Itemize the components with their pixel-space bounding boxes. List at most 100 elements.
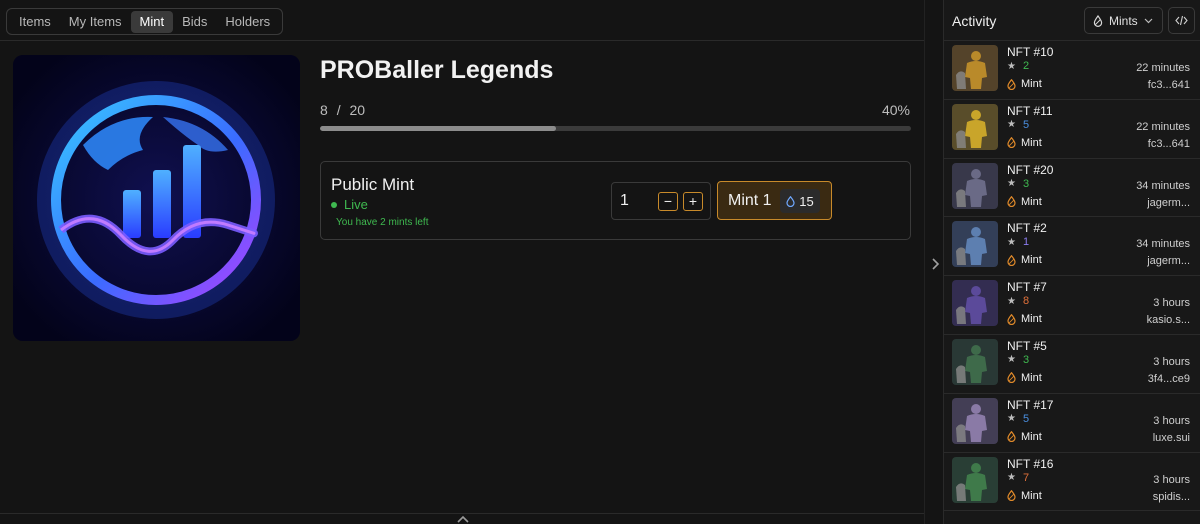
embed-code-button[interactable] [1168, 7, 1195, 34]
panel-collapse-gutter [924, 0, 944, 524]
activity-event: Mint [1007, 431, 1042, 443]
nft-name[interactable]: NFT #17 [1007, 398, 1053, 412]
activity-row[interactable]: NFT #10 ★ 2 Mint 22 minutes fc3...641 [944, 41, 1200, 100]
public-mint-card: Public Mint Live You have 2 mints left 1… [320, 161, 911, 240]
sui-drop-icon [786, 195, 795, 207]
activity-event-label: Mint [1021, 371, 1042, 384]
nft-thumbnail[interactable] [952, 397, 998, 444]
mint-progress-percent: 40% [881, 102, 910, 118]
mint-phase-title: Public Mint [331, 175, 415, 194]
activity-event-label: Mint [1021, 489, 1042, 502]
live-dot-icon [331, 201, 337, 208]
nft-thumbnail[interactable] [952, 280, 998, 327]
star-icon: ★ [1007, 413, 1016, 425]
nft-name[interactable]: NFT #10 [1007, 45, 1053, 59]
tab-mint[interactable]: Mint [130, 10, 174, 33]
tab-holders[interactable]: Holders [216, 11, 279, 33]
tab-items[interactable]: Items [10, 11, 60, 33]
activity-event-label: Mint [1021, 78, 1042, 90]
star-icon: ★ [1007, 119, 1016, 131]
quantity-input[interactable]: 1 [620, 192, 629, 210]
collection-tabs: Items My Items Mint Bids Holders [6, 8, 284, 35]
activity-address[interactable]: luxe.sui [1153, 432, 1190, 444]
activity-row[interactable]: NFT #5 ★ 3 Mint 3 hours 3f4...ce9 [944, 335, 1200, 394]
activity-time: 22 minutes [1136, 62, 1190, 74]
activity-address[interactable]: fc3...641 [1148, 138, 1190, 150]
activity-title: Activity [952, 13, 997, 29]
chevron-right-icon[interactable] [929, 257, 941, 271]
mints-left-note: You have 2 mints left [336, 217, 429, 228]
nft-rank: ★ 1 [1007, 236, 1029, 248]
nft-thumbnail[interactable] [952, 338, 998, 385]
activity-row[interactable]: NFT #11 ★ 5 Mint 22 minutes fc3...641 [944, 100, 1200, 159]
quantity-stepper: 1 − + [611, 182, 711, 220]
activity-panel: Activity Mints NFT #10 ★ 2 Mint 22 minut… [944, 0, 1200, 524]
mint-drop-icon [1007, 254, 1016, 266]
mint-button[interactable]: Mint 1 15 [717, 181, 832, 220]
activity-address[interactable]: kasio.s... [1147, 314, 1190, 326]
activity-event: Mint [1007, 490, 1042, 502]
mint-price-value: 15 [799, 193, 814, 209]
nft-name[interactable]: NFT #20 [1007, 163, 1053, 177]
activity-address[interactable]: jagerm... [1147, 197, 1190, 209]
tabs-bar: Items My Items Mint Bids Holders [0, 0, 924, 41]
nft-name[interactable]: NFT #7 [1007, 280, 1047, 294]
decrement-button[interactable]: − [658, 192, 678, 211]
nft-rank-value: 5 [1022, 412, 1030, 425]
mint-progress-fill [320, 126, 557, 131]
nft-rank: ★ 5 [1007, 413, 1029, 425]
mint-progress-count: 8 / 20 [320, 102, 365, 118]
activity-row[interactable]: NFT #17 ★ 5 Mint 3 hours luxe.sui [944, 394, 1200, 453]
nft-name[interactable]: NFT #5 [1007, 339, 1047, 353]
activity-address[interactable]: fc3...641 [1148, 79, 1190, 91]
activity-event-label: Mint [1021, 313, 1042, 326]
tab-bids[interactable]: Bids [173, 11, 216, 33]
activity-row[interactable]: NFT #16 ★ 7 Mint 3 hours spidis... [944, 453, 1200, 512]
nft-thumbnail[interactable] [952, 162, 998, 209]
activity-time: 3 hours [1153, 355, 1190, 368]
star-icon: ★ [1007, 178, 1016, 190]
increment-button[interactable]: + [683, 192, 703, 211]
activity-event: Mint [1007, 372, 1042, 384]
activity-event: Mint [1007, 313, 1042, 325]
minted-count: 8 [320, 102, 328, 118]
activity-event: Mint [1007, 137, 1042, 149]
nft-name[interactable]: NFT #16 [1007, 457, 1053, 471]
activity-row[interactable]: NFT #20 ★ 3 Mint 34 minutes jagerm... [944, 159, 1200, 218]
nft-thumbnail[interactable] [952, 103, 998, 150]
mint-progress-bar [320, 126, 911, 131]
nft-rank-value: 1 [1022, 236, 1030, 249]
activity-feed: NFT #10 ★ 2 Mint 22 minutes fc3...641 NF… [944, 41, 1200, 512]
chevron-up-icon[interactable] [456, 514, 470, 524]
mint-drop-icon [1007, 78, 1016, 90]
activity-time: 34 minutes [1136, 238, 1190, 251]
activity-row[interactable]: NFT #7 ★ 8 Mint 3 hours kasio.s... [944, 276, 1200, 335]
mint-drop-icon [1093, 14, 1103, 27]
activity-event-label: Mint [1021, 136, 1042, 149]
activity-row[interactable]: NFT #2 ★ 1 Mint 34 minutes jagerm... [944, 217, 1200, 277]
mint-button-label: Mint 1 [728, 192, 772, 209]
nft-thumbnail[interactable] [952, 221, 998, 268]
activity-time: 34 minutes [1136, 179, 1190, 192]
tab-my-items[interactable]: My Items [60, 11, 131, 33]
activity-address[interactable]: 3f4...ce9 [1148, 373, 1190, 385]
nft-name[interactable]: NFT #11 [1007, 104, 1053, 118]
nft-name[interactable]: NFT #2 [1007, 221, 1047, 235]
nft-rank-value: 2 [1022, 60, 1030, 72]
activity-address[interactable]: spidis... [1153, 491, 1190, 503]
mint-drop-icon [1007, 372, 1016, 384]
nft-rank: ★ 2 [1007, 60, 1029, 72]
nft-rank: ★ 3 [1007, 178, 1029, 190]
activity-event: Mint [1007, 196, 1042, 208]
activity-filter-label: Mints [1109, 13, 1138, 28]
supply-count: 20 [349, 102, 366, 118]
activity-filter-dropdown[interactable]: Mints [1084, 7, 1163, 34]
nft-thumbnail[interactable] [952, 456, 998, 503]
code-icon [1175, 15, 1188, 26]
nft-thumbnail[interactable] [952, 45, 998, 91]
nft-rank-value: 3 [1022, 177, 1030, 190]
activity-address[interactable]: jagerm... [1147, 255, 1190, 267]
star-icon: ★ [1007, 472, 1016, 484]
star-icon: ★ [1007, 60, 1016, 72]
activity-event: Mint [1007, 254, 1042, 266]
